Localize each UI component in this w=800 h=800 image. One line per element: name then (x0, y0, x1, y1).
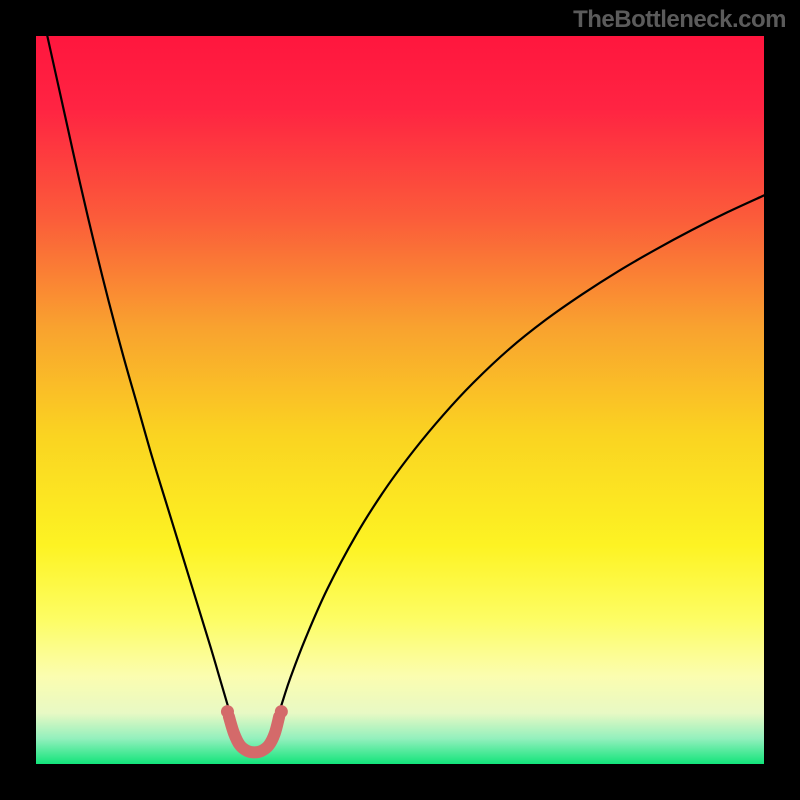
arc-endpoint-dot (221, 705, 234, 718)
arc-endpoint-dot (275, 705, 288, 718)
watermark-text: TheBottleneck.com (573, 6, 786, 34)
chart-frame: TheBottleneck.com (0, 0, 800, 800)
gradient-background (36, 36, 764, 764)
chart-plot (36, 36, 764, 764)
